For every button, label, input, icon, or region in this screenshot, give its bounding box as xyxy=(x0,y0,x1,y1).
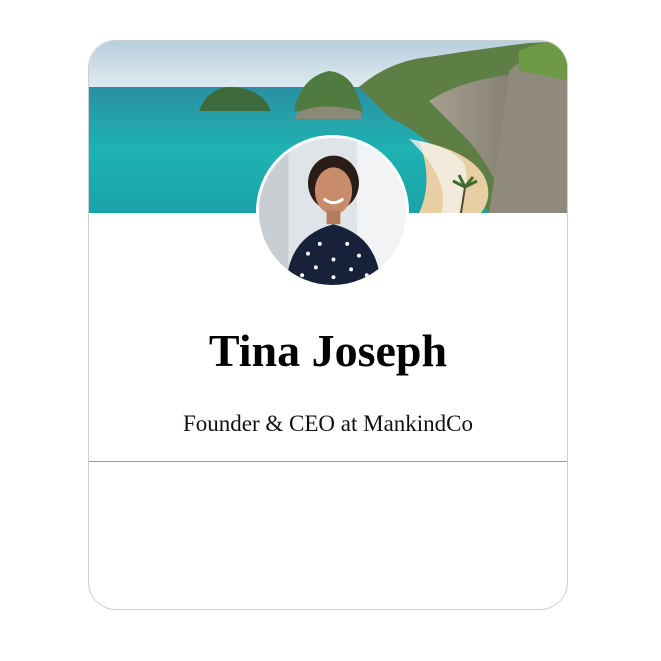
profile-title: Founder & CEO at MankindCo xyxy=(182,411,474,436)
profile-card: Tina Joseph Founder & CEO at MankindCo xyxy=(88,40,568,610)
card-footer xyxy=(89,462,567,609)
profile-name: Tina Joseph xyxy=(208,325,448,376)
avatar[interactable] xyxy=(256,135,409,288)
profile-photo xyxy=(259,138,406,285)
